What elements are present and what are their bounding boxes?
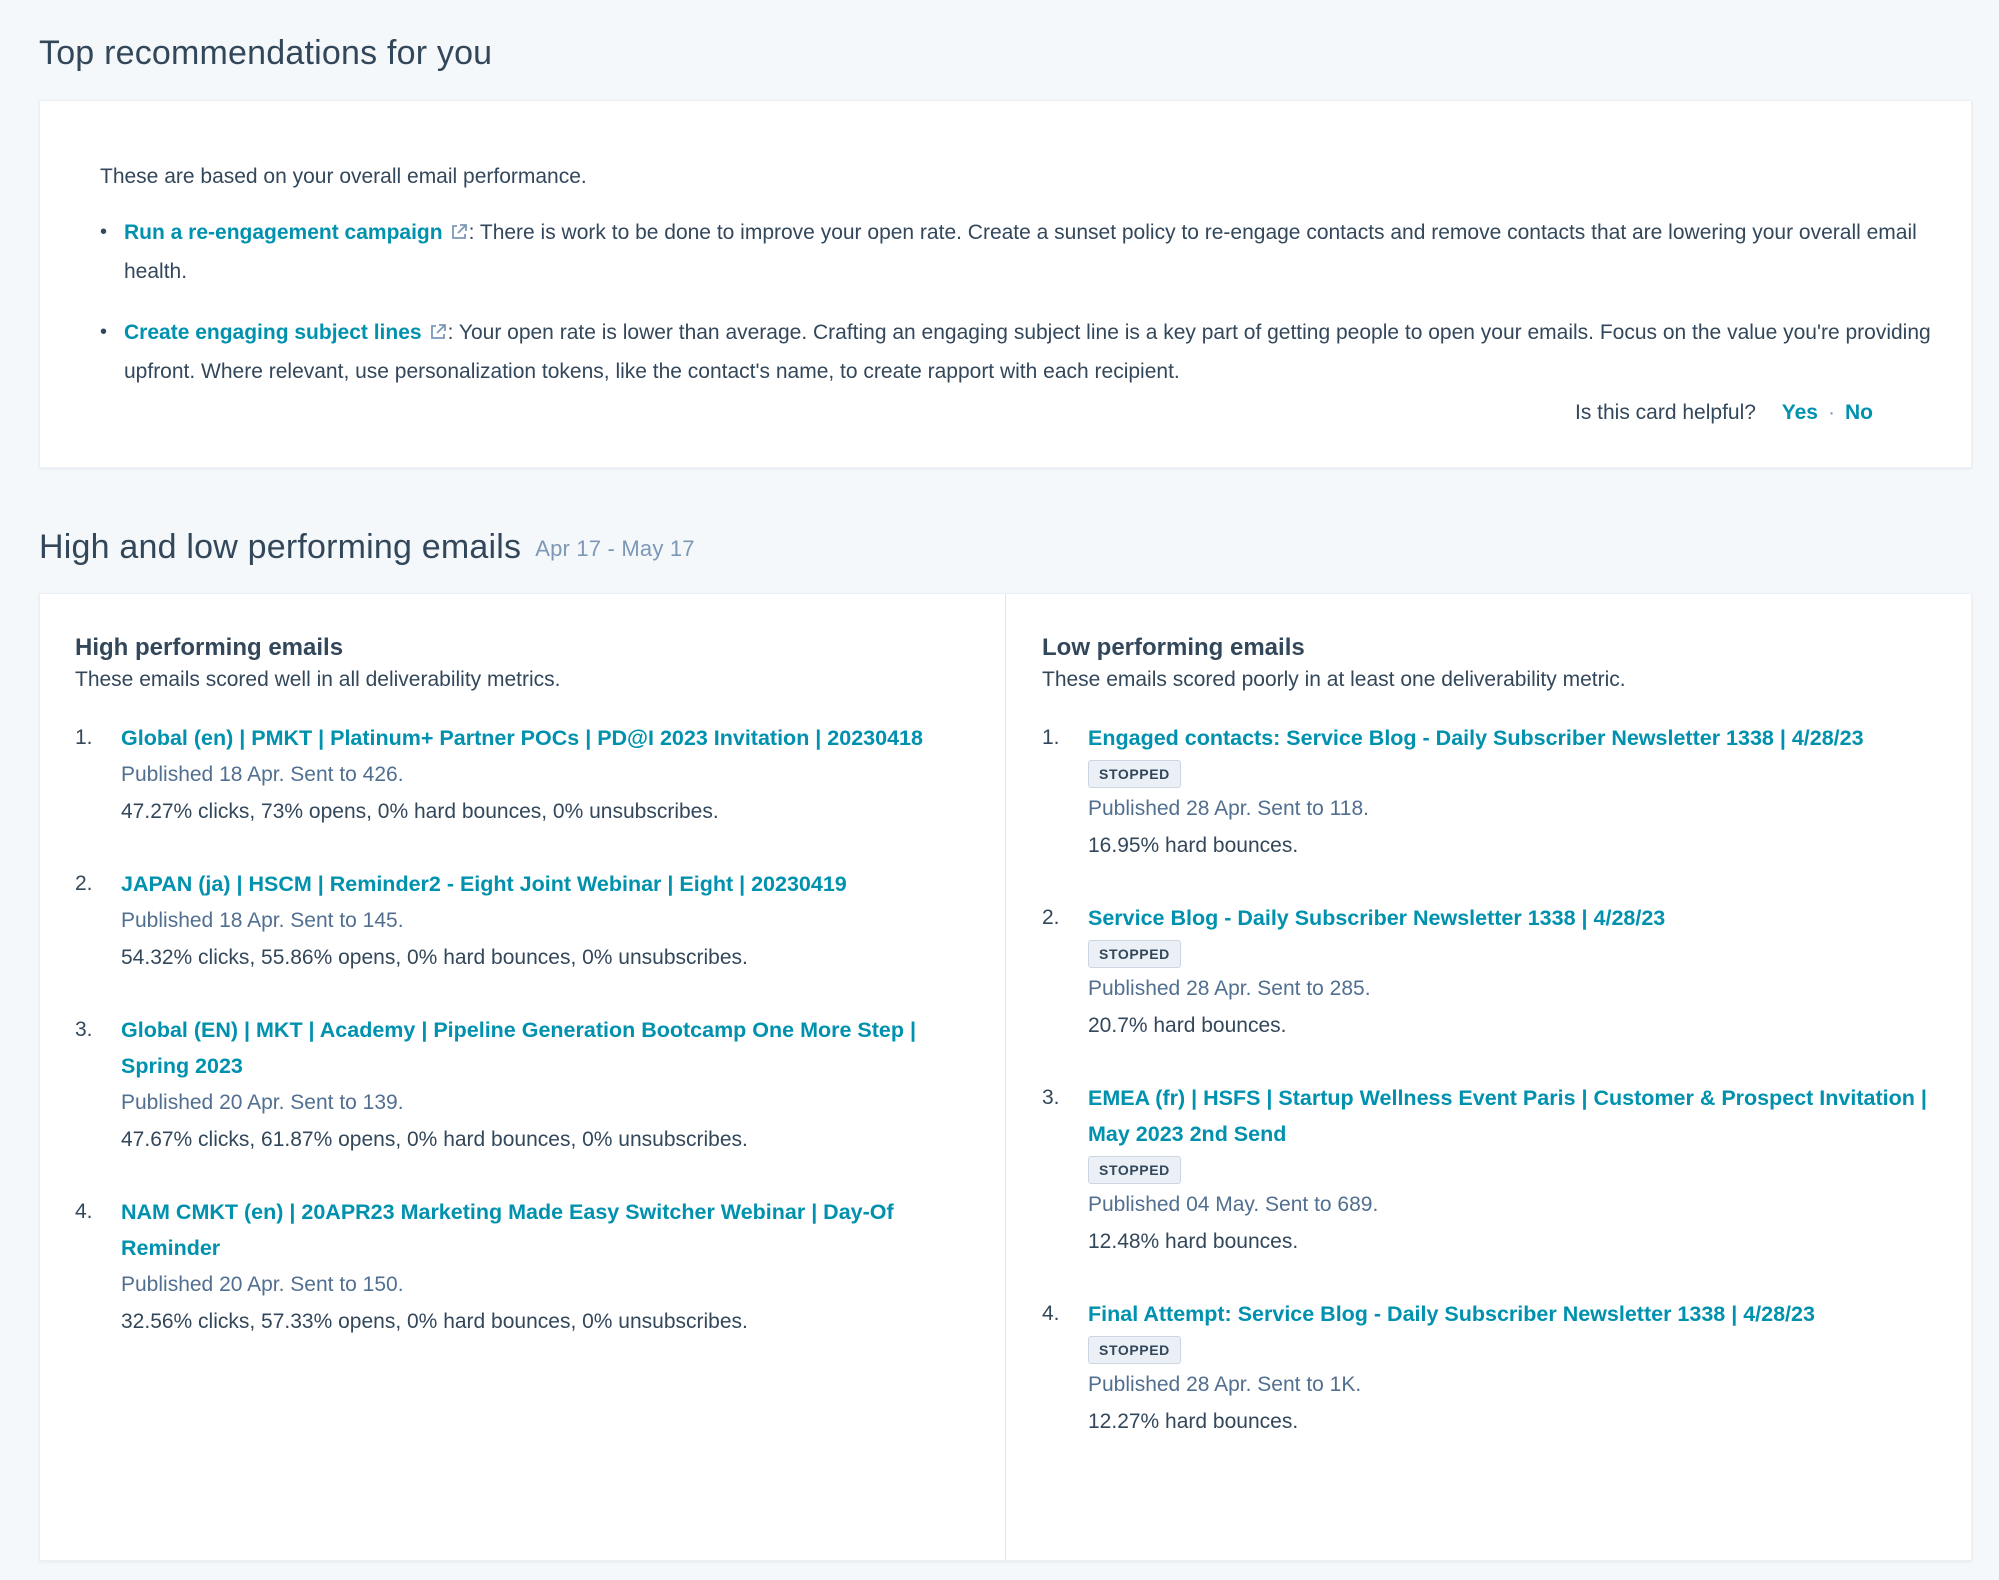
email-published: Published 18 Apr. Sent to 426.	[121, 763, 404, 786]
list-item: 4. Final Attempt: Service Blog - Daily S…	[1042, 1296, 1942, 1440]
external-link-icon	[430, 324, 446, 339]
helpful-question: Is this card helpful?	[1575, 401, 1756, 424]
recommendation-item: • Run a re-engagement campaign: There is…	[100, 213, 1940, 291]
low-performing-description: These emails scored poorly in at least o…	[1042, 668, 1626, 691]
helpful-yes-button[interactable]: Yes	[1782, 401, 1818, 424]
item-number: 2.	[1042, 906, 1060, 929]
email-published: Published 18 Apr. Sent to 145.	[121, 909, 404, 932]
email-published: Published 04 May. Sent to 689.	[1088, 1193, 1379, 1216]
email-published: Published 20 Apr. Sent to 139.	[121, 1091, 404, 1114]
email-stats: 47.67% clicks, 61.87% opens, 0% hard bou…	[121, 1128, 748, 1151]
performance-title-text: High and low performing emails	[39, 528, 522, 566]
list-item: 2. Service Blog - Daily Subscriber Newsl…	[1042, 900, 1942, 1044]
email-published: Published 28 Apr. Sent to 118.	[1088, 797, 1369, 820]
item-number: 3.	[75, 1018, 93, 1041]
helpful-no-button[interactable]: No	[1845, 401, 1873, 424]
high-performing-title: High performing emails	[75, 634, 344, 661]
engaging-subject-lines-link-label: Create engaging subject lines	[124, 321, 422, 344]
high-performing-description: These emails scored well in all delivera…	[75, 668, 561, 691]
low-performing-column: Low performing emails These emails score…	[1042, 634, 1942, 1476]
status-badge: STOPPED	[1088, 1156, 1181, 1184]
email-stats: 54.32% clicks, 55.86% opens, 0% hard bou…	[121, 946, 748, 969]
column-divider	[1005, 594, 1006, 1560]
bullet: •	[100, 321, 108, 343]
performance-title: High and low performing emails Apr 17 - M…	[39, 528, 695, 567]
list-item: 1. Global (en) | PMKT | Platinum+ Partne…	[75, 720, 975, 830]
status-badge: STOPPED	[1088, 940, 1181, 968]
email-link[interactable]: JAPAN (ja) | HSCM | Reminder2 - Eight Jo…	[121, 866, 975, 902]
date-range: Apr 17 - May 17	[535, 536, 695, 562]
re-engagement-campaign-link[interactable]: Run a re-engagement campaign	[124, 221, 469, 244]
item-number: 4.	[75, 1200, 93, 1223]
email-link[interactable]: Engaged contacts: Service Blog - Daily S…	[1088, 720, 1942, 756]
list-item: 4. NAM CMKT (en) | 20APR23 Marketing Mad…	[75, 1194, 975, 1340]
performance-card: High performing emails These emails scor…	[39, 593, 1972, 1561]
status-badge: STOPPED	[1088, 1336, 1181, 1364]
engaging-subject-lines-link[interactable]: Create engaging subject lines	[124, 321, 448, 344]
email-published: Published 28 Apr. Sent to 1K.	[1088, 1373, 1362, 1396]
helpful-feedback: Is this card helpful? Yes · No	[1575, 401, 1879, 425]
recommendations-intro: These are based on your overall email pe…	[100, 165, 587, 188]
high-performing-list: 1. Global (en) | PMKT | Platinum+ Partne…	[75, 720, 975, 1340]
email-published: Published 20 Apr. Sent to 150.	[121, 1273, 404, 1296]
email-link[interactable]: Final Attempt: Service Blog - Daily Subs…	[1088, 1296, 1942, 1332]
email-published: Published 28 Apr. Sent to 285.	[1088, 977, 1371, 1000]
email-link[interactable]: Service Blog - Daily Subscriber Newslett…	[1088, 900, 1942, 936]
re-engagement-campaign-link-label: Run a re-engagement campaign	[124, 221, 443, 244]
recommendations-card: These are based on your overall email pe…	[39, 100, 1972, 468]
item-number: 3.	[1042, 1086, 1060, 1109]
recommendations-list: • Run a re-engagement campaign: There is…	[100, 213, 1940, 413]
recommendations-title: Top recommendations for you	[39, 34, 493, 72]
email-stats: 47.27% clicks, 73% opens, 0% hard bounce…	[121, 800, 719, 823]
page: Top recommendations for you These are ba…	[0, 0, 1999, 1580]
email-stats: 20.7% hard bounces.	[1088, 1014, 1287, 1037]
email-stats: 12.27% hard bounces.	[1088, 1410, 1299, 1433]
item-number: 1.	[1042, 726, 1060, 749]
status-badge: STOPPED	[1088, 760, 1181, 788]
list-item: 1. Engaged contacts: Service Blog - Dail…	[1042, 720, 1942, 864]
email-stats: 32.56% clicks, 57.33% opens, 0% hard bou…	[121, 1310, 748, 1333]
low-performing-title: Low performing emails	[1042, 634, 1305, 661]
email-link[interactable]: Global (en) | PMKT | Platinum+ Partner P…	[121, 720, 975, 756]
bullet: •	[100, 221, 108, 243]
helpful-separator: ·	[1828, 401, 1835, 424]
external-link-icon	[451, 224, 467, 239]
item-number: 1.	[75, 726, 93, 749]
high-performing-column: High performing emails These emails scor…	[75, 634, 975, 1376]
item-number: 2.	[75, 872, 93, 895]
low-performing-list: 1. Engaged contacts: Service Blog - Dail…	[1042, 720, 1942, 1440]
item-number: 4.	[1042, 1302, 1060, 1325]
email-link[interactable]: NAM CMKT (en) | 20APR23 Marketing Made E…	[121, 1194, 975, 1266]
list-item: 2. JAPAN (ja) | HSCM | Reminder2 - Eight…	[75, 866, 975, 976]
email-link[interactable]: EMEA (fr) | HSFS | Startup Wellness Even…	[1088, 1080, 1942, 1152]
recommendation-item: • Create engaging subject lines: Your op…	[100, 313, 1940, 391]
list-item: 3. EMEA (fr) | HSFS | Startup Wellness E…	[1042, 1080, 1942, 1260]
list-item: 3. Global (EN) | MKT | Academy | Pipelin…	[75, 1012, 975, 1158]
email-stats: 12.48% hard bounces.	[1088, 1230, 1299, 1253]
email-link[interactable]: Global (EN) | MKT | Academy | Pipeline G…	[121, 1012, 975, 1084]
email-stats: 16.95% hard bounces.	[1088, 834, 1299, 857]
